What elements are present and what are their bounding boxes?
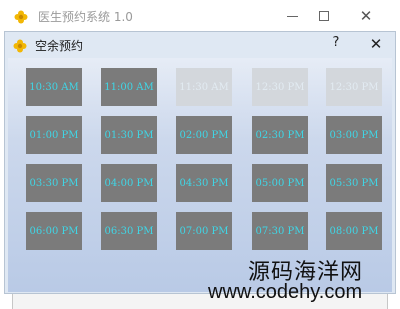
time-slot-button[interactable]: 11:30 AM [176, 68, 232, 106]
time-slot-button[interactable]: 06:00 PM [26, 212, 82, 250]
watermark-url: www.codehy.com [208, 281, 363, 303]
time-slot-button[interactable]: 04:00 PM [101, 164, 157, 202]
time-slot-button[interactable]: 03:00 PM [326, 116, 382, 154]
main-window: 医生预约系统 1.0 ✕ 空余预约 ? ✕ 10:30 AM 11:00 AM … [0, 0, 400, 309]
help-button[interactable]: ? [327, 35, 345, 55]
main-titlebar[interactable]: 医生预约系统 1.0 ✕ [0, 0, 400, 32]
time-slot-button[interactable]: 04:30 PM [176, 164, 232, 202]
time-slot-button[interactable]: 07:30 PM [252, 212, 308, 250]
time-slot-button[interactable]: 05:00 PM [252, 164, 308, 202]
dialog-title: 空余预约 [35, 39, 84, 53]
time-slot-button[interactable]: 07:00 PM [176, 212, 232, 250]
dialog-close-button[interactable]: ✕ [367, 35, 385, 55]
app-flower-icon [14, 9, 28, 24]
main-close-button[interactable]: ✕ [344, 0, 388, 32]
maximize-icon [319, 11, 329, 21]
time-slot-button[interactable]: 11:00 AM [101, 68, 157, 106]
time-slot-button[interactable]: 02:30 PM [252, 116, 308, 154]
maximize-button[interactable] [302, 0, 346, 32]
main-window-title: 医生预约系统 1.0 [38, 10, 133, 24]
time-slot-button[interactable]: 10:30 AM [26, 68, 82, 106]
time-slot-button[interactable]: 02:00 PM [176, 116, 232, 154]
dialog-flower-icon [13, 38, 27, 53]
time-slot-button[interactable]: 05:30 PM [326, 164, 382, 202]
time-slot-button[interactable]: 12:30 PM [252, 68, 308, 106]
time-slot-button[interactable]: 01:30 PM [101, 116, 157, 154]
time-slot-button[interactable]: 01:00 PM [26, 116, 82, 154]
time-slot-button[interactable]: 03:30 PM [26, 164, 82, 202]
time-slot-button[interactable]: 08:00 PM [326, 212, 382, 250]
close-icon: ✕ [359, 7, 373, 25]
dialog-titlebar[interactable]: 空余预约 ? ✕ [5, 32, 395, 58]
time-slot-button[interactable]: 06:30 PM [101, 212, 157, 250]
minimize-icon [286, 15, 298, 17]
time-slot-button[interactable]: 12:30 PM [326, 68, 382, 106]
